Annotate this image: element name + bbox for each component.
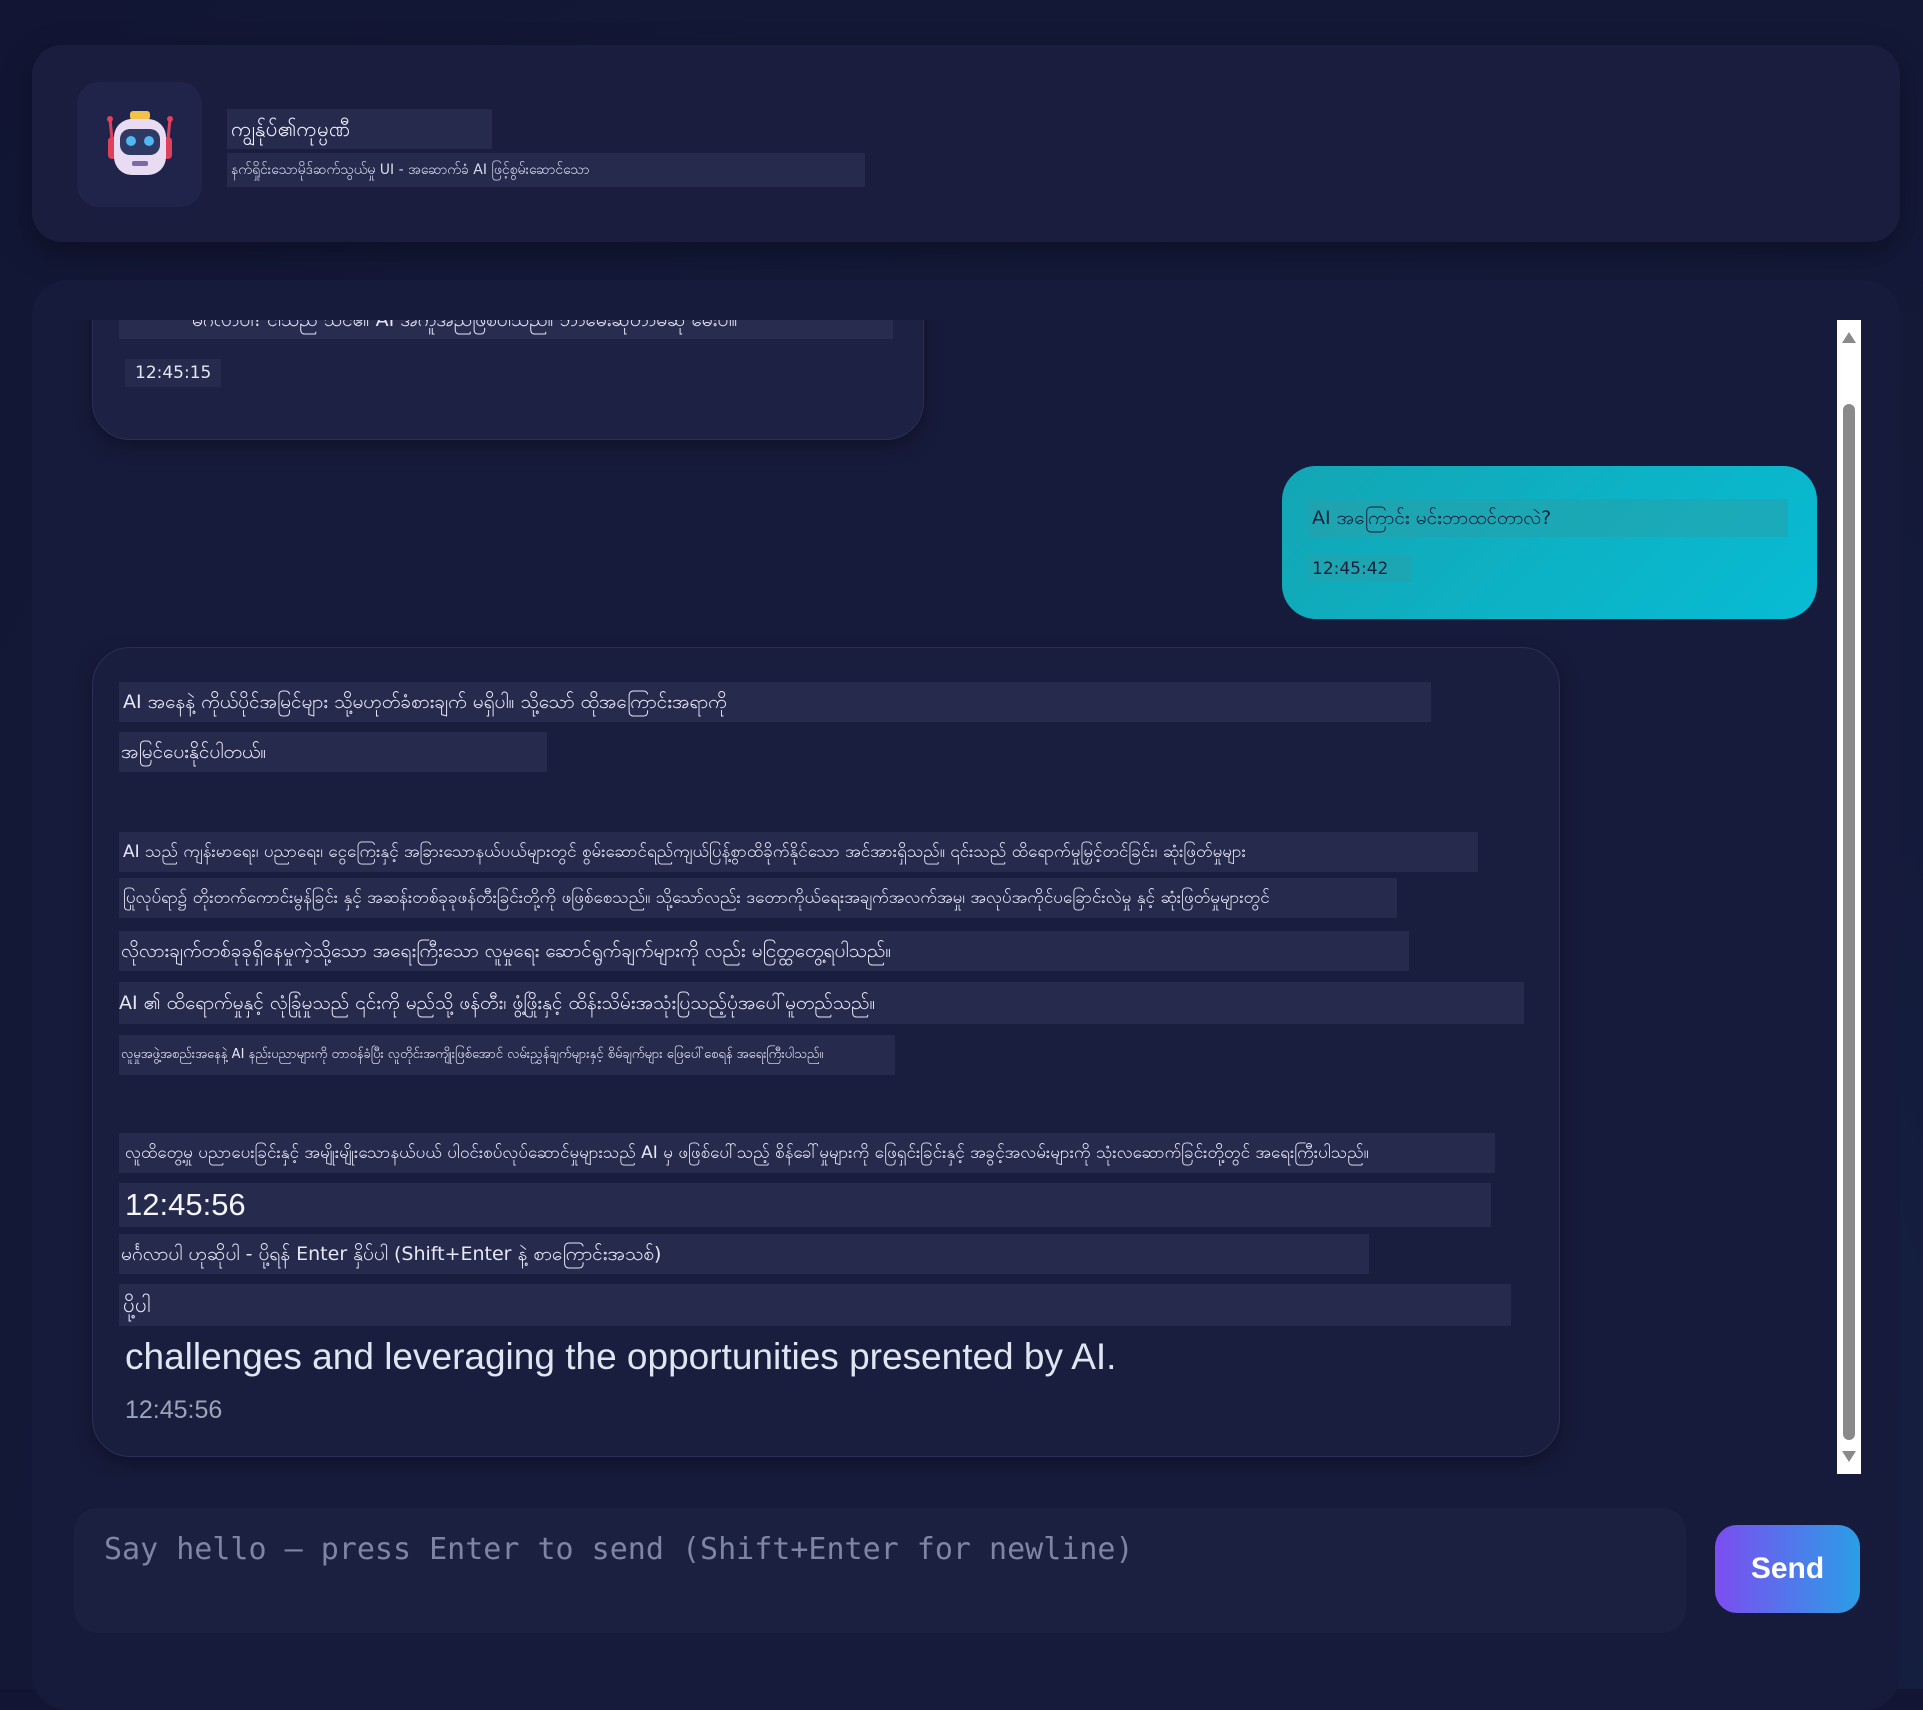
send-button[interactable]: Send	[1715, 1525, 1860, 1613]
chat-header: ကျွန်ုပ်၏ကုမ္ပဏီ နက်ရှိုင်းသောမိုဒ်ဆက်သွ…	[32, 45, 1900, 242]
user-message: AI အကြောင်း မင်းဘာထင်တာလဲ? 12:45:42	[1282, 466, 1817, 619]
scroll-thumb[interactable]	[1843, 404, 1855, 1440]
bot-message: မင်္ဂလာပါ! ငါသည် သင်၏ AI အကူအညီဖြစ်ပါသည်…	[92, 320, 924, 440]
message-line: လူထိတွေ့မှု ပညာပေးခြင်းနှင့် အမျိုးမျိုး…	[119, 1133, 1495, 1173]
message-input-box	[74, 1508, 1686, 1633]
message-inner-timestamp: 12:45:56	[119, 1183, 1491, 1227]
scroll-up-arrow-icon[interactable]	[1842, 332, 1856, 343]
message-timestamp: 12:45:42	[1308, 556, 1412, 582]
message-line: မင်္ဂလာပါ ဟုဆိုပါ - ပို့ရန် Enter နှိပ်ပ…	[119, 1234, 1369, 1274]
app-subtitle: နက်ရှိုင်းသောမိုဒ်ဆက်သွယ်မှု UI - အဆောက်…	[227, 153, 865, 187]
message-line: challenges and leveraging the opportunit…	[125, 1336, 1117, 1377]
app-title: ကျွန်ုပ်၏ကုမ္ပဏီ	[227, 109, 492, 149]
message-scrollbar[interactable]	[1837, 320, 1861, 1474]
message-input[interactable]	[74, 1508, 1686, 1633]
message-text: မင်္ဂလာပါ! ငါသည် သင်၏ AI အကူအညီဖြစ်ပါသည်…	[119, 320, 893, 339]
robot-icon	[107, 111, 173, 175]
scroll-down-arrow-icon[interactable]	[1842, 1451, 1856, 1462]
bot-message: AI အနေနဲ့ ကိုယ်ပိုင်အမြင်များ သို့မဟုတ်ခ…	[92, 647, 1560, 1457]
message-line: AI အနေနဲ့ ကိုယ်ပိုင်အမြင်များ သို့မဟုတ်ခ…	[119, 682, 1431, 722]
message-line: ပြုလုပ်ရာ၌ တိုးတက်ကောင်းမွန်ခြင်း နှင့် …	[119, 878, 1397, 918]
message-timestamp: 12:45:56	[125, 1396, 223, 1424]
message-line: လူမှုအဖွဲ့အစည်းအနေနဲ့ AI နည်းပညာများကို …	[119, 1035, 895, 1075]
message-line: လိုလားချက်တစ်ခုခုရှိနေမှုကဲ့သို့သော အရေး…	[119, 931, 1409, 971]
message-line: AI သည် ကျန်းမာရေး၊ ပညာရေး၊ ငွေကြေးနှင့် …	[119, 832, 1478, 872]
message-list[interactable]: မင်္ဂလာပါ! ငါသည် သင်၏ AI အကူအညီဖြစ်ပါသည်…	[60, 320, 1830, 1478]
avatar	[77, 82, 202, 207]
message-line: AI ၏ ထိရောက်မှုနှင့် လုံခြုံမှုသည် ၎င်းက…	[119, 982, 1524, 1024]
message-line: အမြင်ပေးနိုင်ပါတယ်။	[119, 732, 547, 772]
message-timestamp: 12:45:15	[125, 359, 222, 387]
message-line: ပို့ပါ	[119, 1284, 1511, 1326]
message-text: AI အကြောင်း မင်းဘာထင်တာလဲ?	[1308, 499, 1788, 537]
